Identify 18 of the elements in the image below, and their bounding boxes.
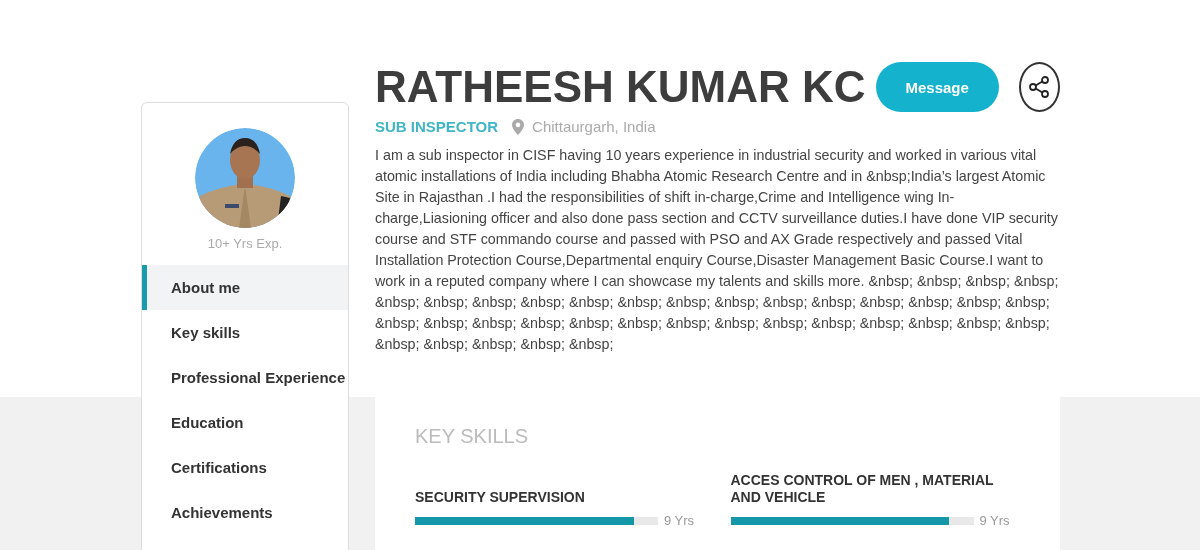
location-label: Chittaurgarh, India xyxy=(532,118,656,135)
section-title: KEY SKILLS xyxy=(415,425,530,448)
share-icon[interactable] xyxy=(1018,62,1060,112)
sidebar-item[interactable]: Education xyxy=(142,400,348,445)
sidebar-item[interactable]: Certifications xyxy=(142,445,348,490)
skill-years: 9 Yrs xyxy=(979,513,1010,528)
profile-name: RATHEESH KUMAR KC xyxy=(375,62,866,112)
sidebar-item[interactable]: Achievements xyxy=(142,490,348,535)
about-paragraph: I am a sub inspector in CISF having 10 years experience in industrial security and worked in various vital atomic installations of India including Bhabha Atomic Research Centre and in &nbsp;India’s largest Atomic Site in Rajasthan .I had the responsibilities of shift in-charge,Crime and Intelligence wing In-charge,Liasioning officer and also done pass section and CCTV surveillance duties.I have done VIP security course and STF commando course and passed with PSO and AX Grade respectively and passed Vital Installation Protection Course,Departmental enquiry Course,Disaster Management Basic Course.I want to work in a reputed company where I can showcase my talents and skills more. &nbsp; &nbsp; &nbsp; &nbsp; &nbsp; &nbsp; &nbsp; &nbsp; &nbsp; &nbsp; &nbsp; &nbsp; &nbsp; &nbsp; &nbsp; &nbsp; &nbsp; &nbsp; &nbsp; &nbsp; &nbsp; &nbsp; &nbsp; &nbsp; &nbsp; &nbsp; &nbsp; &nbsp; &nbsp; &nbsp; &nbsp; &nbsp; &nbsp; &nbsp; &nbsp; &nbsp; &nbsp; xyxy=(375,146,1060,354)
location-pin-icon xyxy=(512,118,525,135)
skill-years: 9 Yrs xyxy=(664,513,695,528)
sidebar-item[interactable]: Key skills xyxy=(142,310,348,355)
skill-name: ACCES CONTROL OF MEN , MATERIAL AND VEHICLE xyxy=(730,472,995,506)
sidebar-item[interactable]: About me xyxy=(142,265,348,310)
skill-name: SECURITY SUPERVISION xyxy=(415,489,586,506)
experience-label: 10+ Yrs Exp. xyxy=(206,236,284,251)
job-title: SUB INSPECTOR xyxy=(375,118,499,135)
sidebar-item[interactable]: Professional Experience xyxy=(142,355,348,400)
